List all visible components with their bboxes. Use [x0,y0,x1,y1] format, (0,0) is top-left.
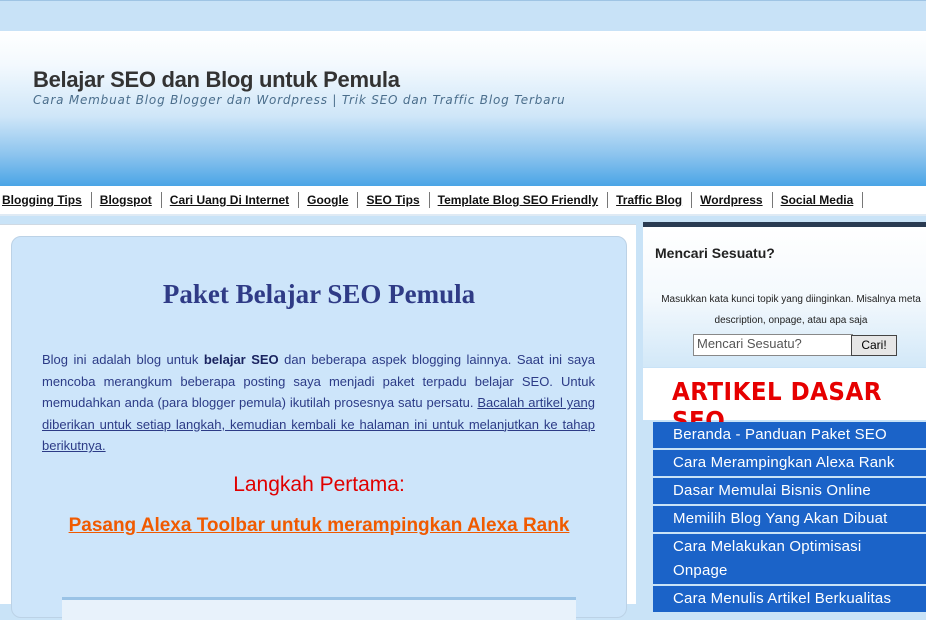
main-content: Paket Belajar SEO Pemula Blog ini adalah… [0,224,636,620]
site-description: Cara Membuat Blog Blogger dan Wordpress … [33,93,566,107]
step-link[interactable]: Pasang Alexa Toolbar untuk merampingkan … [62,515,576,537]
nav-item-cari-uang[interactable]: Cari Uang Di Internet [170,192,300,208]
nav-item-traffic-blog[interactable]: Traffic Blog [616,192,693,208]
search-heading: Mencari Sesuatu? [655,245,775,261]
sidebar-link-memilih-blog[interactable]: Memilih Blog Yang Akan Dibuat [653,506,926,532]
nav-item-blogging-tips[interactable]: Blogging Tips [0,192,92,208]
search-widget: Mencari Sesuatu? Masukkan kata kunci top… [643,222,926,367]
search-note-line: Masukkan kata kunci topik yang diinginka… [661,294,921,305]
nav-item-social-media[interactable]: Social Media [781,192,864,208]
nav-item-seo-tips[interactable]: SEO Tips [366,192,430,208]
nav-item-blogspot[interactable]: Blogspot [100,192,162,208]
post-image [62,597,576,620]
search-note-line: description, onpage, atau apa saja [714,315,868,326]
nav-item-wordpress[interactable]: Wordpress [700,192,773,208]
nav-item-google[interactable]: Google [307,192,359,208]
search-input[interactable]: Mencari Sesuatu? [693,334,853,356]
step-title: Langkah Pertama: [233,473,405,496]
post-intro: Blog ini adalah blog untuk belajar SEO d… [42,349,595,457]
search-note: Masukkan kata kunci topik yang diinginka… [651,289,926,331]
top-bar [0,0,926,32]
sidebar-link-bisnis-online[interactable]: Dasar Memulai Bisnis Online [653,478,926,504]
nav-item-template-blog[interactable]: Template Blog SEO Friendly [438,192,609,208]
article-links: Beranda - Panduan Paket SEO Cara Merampi… [653,422,926,614]
sidebar-link-optimisasi-onpage[interactable]: Cara Melakukan Optimisasi Onpage [653,534,926,584]
intro-keyword: belajar SEO [203,352,279,367]
sidebar-link-beranda[interactable]: Beranda - Panduan Paket SEO [653,422,926,448]
intro-text: Blog ini adalah blog untuk [42,352,204,367]
blog-header: Belajar SEO dan Blog untuk Pemula Cara M… [0,31,926,186]
search-button[interactable]: Cari! [851,335,897,356]
artikel-banner: ARTIKEL DASAR SEO [643,368,926,435]
sidebar-link-alexa-rank[interactable]: Cara Merampingkan Alexa Rank [653,450,926,476]
sidebar-link-artikel-berkualitas[interactable]: Cara Menulis Artikel Berkualitas [653,586,926,612]
category-nav: Blogging Tips Blogspot Cari Uang Di Inte… [0,186,926,216]
site-title[interactable]: Belajar SEO dan Blog untuk Pemula [33,67,400,93]
post-title: Paket Belajar SEO Pemula [162,279,476,309]
post-panel: Paket Belajar SEO Pemula Blog ini adalah… [11,236,627,620]
sidebar: Mencari Sesuatu? Masukkan kata kunci top… [643,222,926,612]
